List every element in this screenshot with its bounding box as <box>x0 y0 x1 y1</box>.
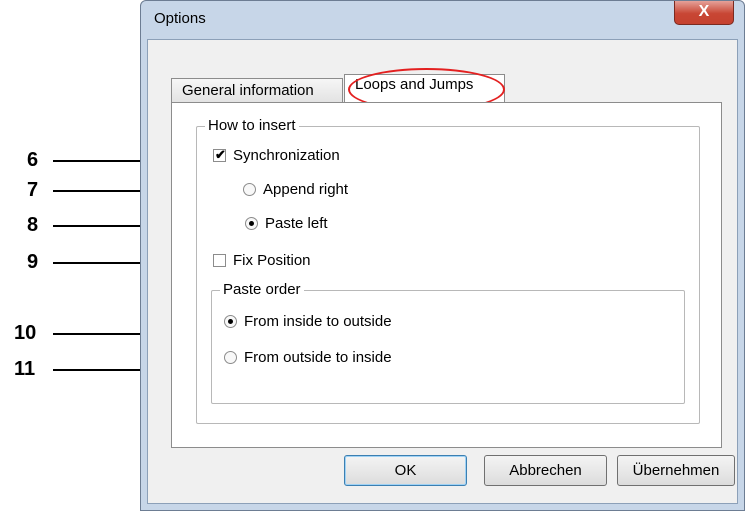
radio-selected-dot <box>228 319 233 324</box>
tab-label: Loops and Jumps <box>355 76 474 93</box>
radio-label: From inside to outside <box>244 313 392 330</box>
how-to-insert-group: How to insert ✔ Synchronization Append r… <box>196 117 700 424</box>
radio-label: From outside to inside <box>244 349 392 366</box>
callout-6: 6 <box>27 149 39 171</box>
close-button[interactable]: X <box>674 1 734 25</box>
callout-11: 11 <box>14 358 36 380</box>
checkbox-box: ✔ <box>213 147 226 162</box>
callout-8: 8 <box>27 214 39 236</box>
apply-button[interactable]: Übernehmen <box>617 455 735 486</box>
tab-panel: How to insert ✔ Synchronization Append r… <box>171 102 722 448</box>
group-legend: How to insert <box>205 117 299 135</box>
callout-7: 7 <box>27 179 39 201</box>
checkbox-label: Fix Position <box>233 252 311 269</box>
options-dialog: Options X General information Loops and … <box>140 0 745 511</box>
callout-9: 9 <box>27 251 39 273</box>
radio-selected-dot <box>249 221 254 226</box>
radio-label: Paste left <box>265 215 328 232</box>
group-legend: Paste order <box>220 281 304 299</box>
radio-label: Append right <box>263 181 349 198</box>
title-bar[interactable]: Options X <box>141 1 744 39</box>
dialog-client-area: General information Loops and Jumps How … <box>147 39 738 504</box>
radio-circle <box>224 351 237 364</box>
radio-circle <box>224 315 237 328</box>
radio-circle <box>243 183 256 196</box>
checkbox-label: Synchronization <box>233 147 340 164</box>
tab-label: General information <box>182 82 314 99</box>
check-icon: ✔ <box>215 147 226 162</box>
cancel-button[interactable]: Abbrechen <box>484 455 607 486</box>
checkbox-box <box>213 254 226 267</box>
close-icon: X <box>698 3 710 20</box>
window-title: Options <box>154 10 206 27</box>
radio-circle <box>245 217 258 230</box>
ok-button[interactable]: OK <box>344 455 467 486</box>
tab-loops-and-jumps[interactable]: Loops and Jumps <box>344 74 505 104</box>
tab-general-information[interactable]: General information <box>171 78 343 102</box>
paste-order-group: Paste order From inside to outside From … <box>211 281 685 404</box>
callout-10: 10 <box>14 322 37 344</box>
